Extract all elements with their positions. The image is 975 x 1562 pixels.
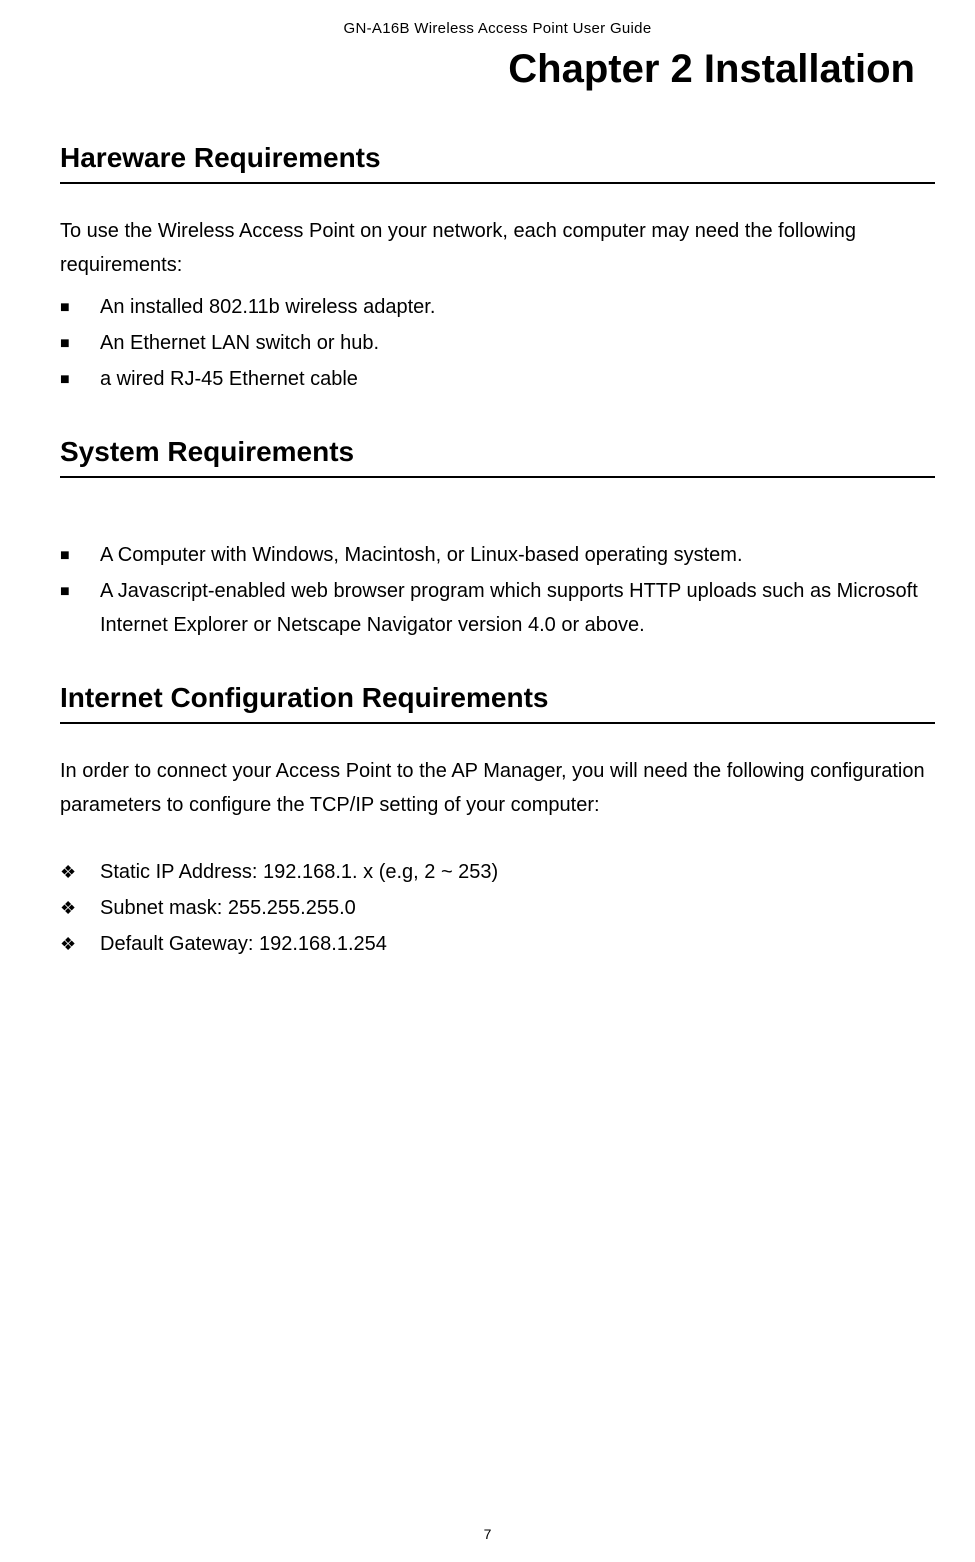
hardware-requirements-heading: Hareware Requirements <box>60 142 935 184</box>
chapter-title: Chapter 2 Installation <box>60 47 935 92</box>
internet-list: Static IP Address: 192.168.1. x (e.g, 2 … <box>60 855 935 961</box>
internet-config-heading: Internet Configuration Requirements <box>60 682 935 724</box>
list-item: a wired RJ-45 Ethernet cable <box>60 362 935 396</box>
list-item: An Ethernet LAN switch or hub. <box>60 326 935 360</box>
list-item: Static IP Address: 192.168.1. x (e.g, 2 … <box>60 855 935 889</box>
list-item: A Computer with Windows, Macintosh, or L… <box>60 538 935 572</box>
system-requirements-heading: System Requirements <box>60 436 935 478</box>
page-number: 7 <box>484 1526 492 1542</box>
list-item: Default Gateway: 192.168.1.254 <box>60 927 935 961</box>
list-item: Subnet mask: 255.255.255.0 <box>60 891 935 925</box>
system-list: A Computer with Windows, Macintosh, or L… <box>60 538 935 642</box>
list-item: A Javascript-enabled web browser program… <box>60 574 935 642</box>
list-item: An installed 802.11b wireless adapter. <box>60 290 935 324</box>
hardware-intro-text: To use the Wireless Access Point on your… <box>60 214 935 282</box>
internet-intro-text: In order to connect your Access Point to… <box>60 754 935 822</box>
document-header: GN-A16B Wireless Access Point User Guide <box>60 20 935 37</box>
hardware-list: An installed 802.11b wireless adapter. A… <box>60 290 935 396</box>
